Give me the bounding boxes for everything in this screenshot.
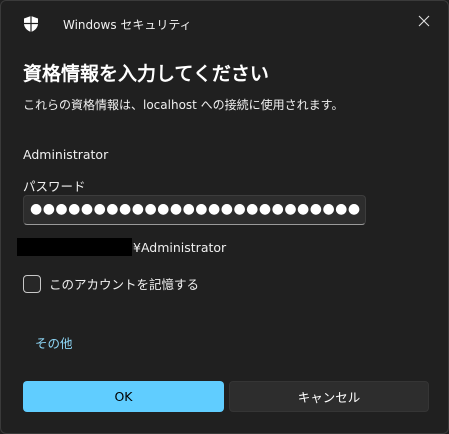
dialog-heading: 資格情報を入力してください — [23, 63, 269, 85]
close-icon — [418, 15, 430, 27]
domain-user-text: ¥Administrator — [133, 239, 227, 255]
close-button[interactable] — [412, 9, 436, 33]
remember-checkbox[interactable] — [23, 274, 41, 293]
more-choices-link[interactable]: その他 — [35, 333, 73, 352]
credential-dialog: Windows セキュリティ 資格情報を入力してください これらの資格情報は、l… — [0, 0, 449, 434]
password-label: パスワード — [23, 179, 86, 194]
domain-user-row: ¥Administrator — [17, 238, 226, 256]
shield-icon — [22, 15, 40, 33]
password-input[interactable]: ●●●●●●●●●●●●●●●●●●●●●●●●●● — [23, 195, 366, 225]
cancel-button[interactable]: キャンセル — [229, 381, 429, 412]
remember-account-option[interactable]: このアカウントを記憶する — [23, 274, 199, 293]
remember-label: このアカウントを記憶する — [49, 277, 200, 292]
dialog-subtext: これらの資格情報は、localhost への接続に使用されます。 — [23, 98, 344, 112]
app-title: Windows セキュリティ — [63, 18, 192, 32]
password-value: ●●●●●●●●●●●●●●●●●●●●●●●●●● — [30, 201, 361, 217]
redacted-domain — [17, 238, 132, 256]
username-label: Administrator — [23, 147, 109, 162]
ok-button[interactable]: OK — [23, 381, 224, 412]
title-bar: Windows セキュリティ — [1, 1, 448, 45]
